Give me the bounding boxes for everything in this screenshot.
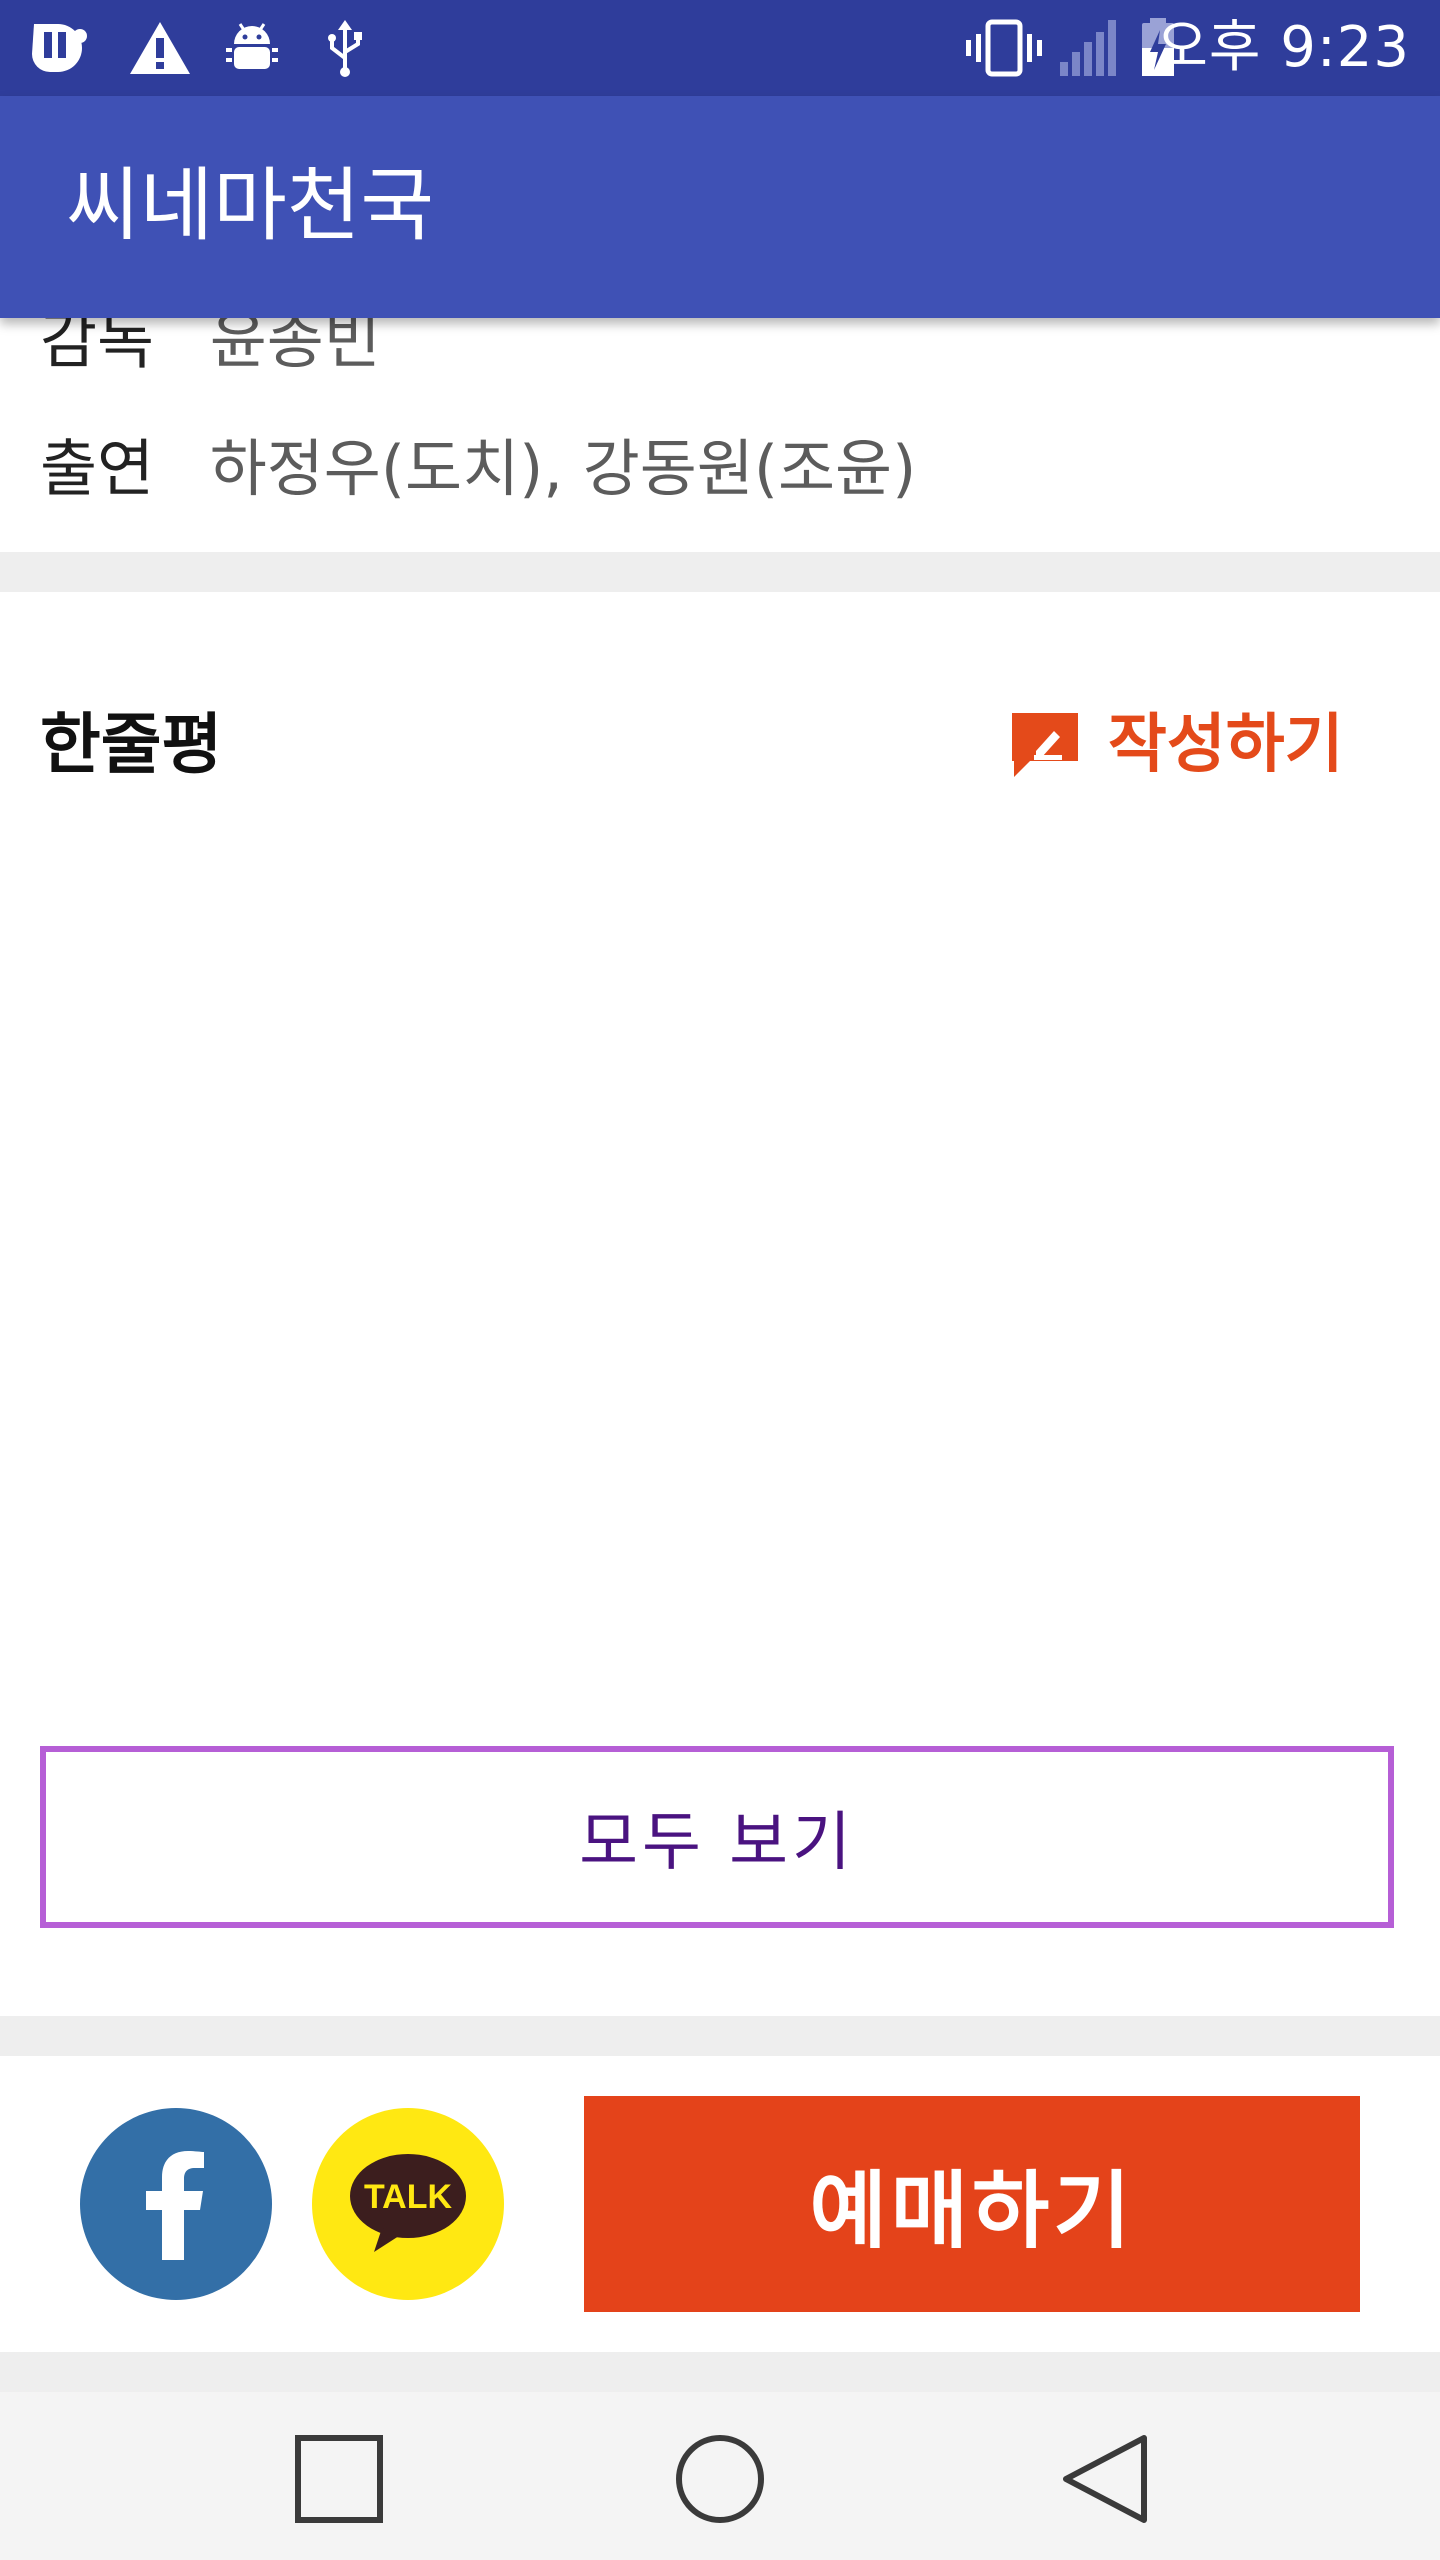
section-divider — [0, 552, 1440, 592]
back-icon[interactable] — [1050, 2424, 1160, 2534]
app-title: 씨네마천국 — [66, 159, 434, 252]
warning-icon — [130, 22, 190, 74]
cast-label: 출연 — [40, 432, 155, 505]
view-all-button[interactable]: 모두 보기 — [40, 1746, 1394, 1928]
app-bar: 씨네마천국 — [0, 96, 1440, 318]
recent-apps-icon[interactable] — [284, 2424, 394, 2534]
view-all-label: 모두 보기 — [579, 1806, 855, 1880]
reviews-title: 한줄평 — [40, 706, 223, 783]
usb-icon — [328, 20, 362, 77]
status-time: 오후 9:23 — [1156, 15, 1410, 80]
write-icon — [1012, 713, 1078, 777]
kakaotalk-icon: TALK — [350, 2154, 466, 2252]
home-icon[interactable] — [665, 2424, 775, 2534]
section-divider — [0, 2352, 1440, 2392]
book-button[interactable]: 예매하기 — [584, 2096, 1360, 2312]
write-review-label: 작성하기 — [1108, 708, 1344, 782]
navigation-bar — [0, 2392, 1440, 2560]
vibrate-icon — [966, 19, 1042, 77]
cast-row: 출연 하정우(도치), 강동원(조윤) — [40, 424, 916, 514]
signal-icon — [1060, 20, 1116, 76]
facebook-share-button[interactable] — [80, 2108, 272, 2300]
android-debug-icon — [226, 23, 278, 69]
book-button-label: 예매하기 — [809, 2161, 1135, 2260]
facebook-icon — [146, 2151, 204, 2260]
section-divider — [0, 2016, 1440, 2056]
uplus-icon — [32, 24, 87, 72]
cast-value: 하정우(도치), 강동원(조윤) — [209, 432, 917, 505]
kakao-talk-text: TALK — [364, 2178, 453, 2216]
kakaotalk-share-button[interactable]: TALK — [312, 2108, 504, 2300]
status-bar: 오후 9:23 — [0, 0, 1440, 96]
write-review-button[interactable]: 작성하기 — [1010, 700, 1390, 790]
